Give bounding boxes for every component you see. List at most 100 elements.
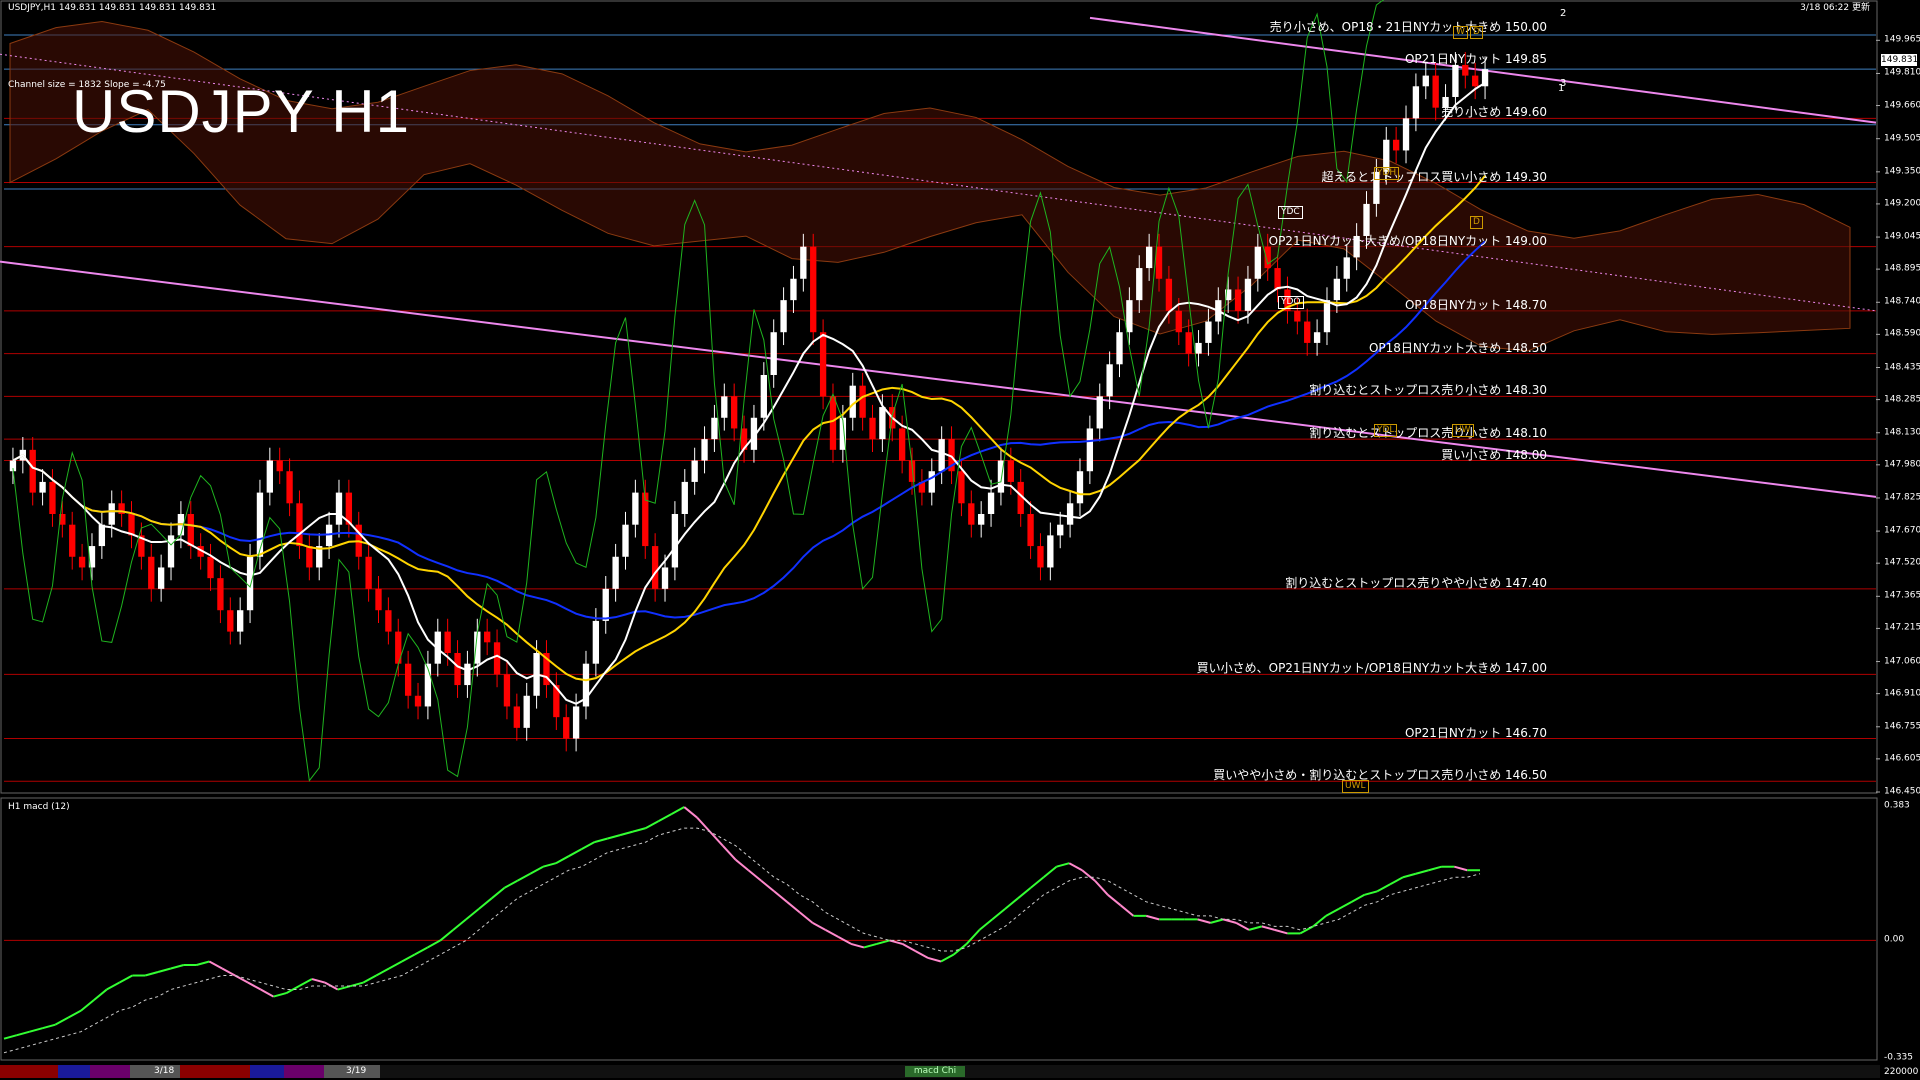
- macd-line-segment: [375, 967, 390, 977]
- macd-chart-button[interactable]: macd Chi: [905, 1066, 965, 1077]
- macd-line-segment: [93, 988, 108, 1001]
- macd-line-segment: [1146, 914, 1160, 921]
- macd-line-segment: [427, 939, 441, 949]
- macd-axis-tick: -0.335: [1884, 1052, 1914, 1063]
- macd-line-segment: [42, 1023, 56, 1030]
- candle-body: [869, 417, 876, 440]
- price-axis-tick: 147.670: [1884, 525, 1920, 536]
- candle-body: [1234, 289, 1242, 311]
- candle-body: [1047, 535, 1054, 568]
- candle-body: [335, 492, 343, 525]
- macd-line-segment: [3, 1034, 18, 1040]
- price-axis-tick: 146.910: [1884, 688, 1920, 699]
- candle-body: [928, 471, 935, 493]
- candle-body: [859, 385, 866, 418]
- price-axis-tick: 149.965: [1884, 34, 1920, 45]
- candle-body: [691, 460, 698, 482]
- macd-line-segment: [157, 967, 172, 973]
- candle-body: [1136, 268, 1143, 301]
- candle-body: [800, 246, 807, 279]
- macd-line-segment: [568, 848, 583, 858]
- price-axis-tick: 148.895: [1884, 263, 1920, 274]
- macd-line-segment: [594, 837, 608, 844]
- macd-line-segment: [80, 999, 95, 1012]
- candle-body: [286, 471, 293, 504]
- macd-line-segment: [760, 879, 775, 893]
- macd-line-segment: [234, 974, 249, 984]
- candle-body: [1057, 524, 1064, 536]
- candle-body: [1304, 321, 1311, 343]
- price-axis-tick: 148.285: [1884, 394, 1920, 405]
- macd-line-segment: [311, 978, 326, 984]
- date-label-1: 3/18: [154, 1066, 175, 1076]
- candle-body: [385, 610, 392, 632]
- price-level-label-2: OP21日NYカット 149.85: [1404, 51, 1547, 66]
- macd-line-segment: [773, 890, 788, 903]
- macd-line-segment: [1312, 915, 1327, 928]
- macd-line-segment: [1338, 900, 1353, 910]
- candle-body: [790, 278, 797, 301]
- macd-line-segment: [529, 865, 544, 875]
- candle-body: [1185, 332, 1192, 354]
- candle-body: [1274, 268, 1281, 290]
- price-axis-tick: 148.130: [1884, 427, 1920, 438]
- macd-line-segment: [1325, 907, 1340, 917]
- candle-body: [829, 396, 837, 450]
- candle-body: [1037, 546, 1044, 568]
- candle-body: [1076, 471, 1084, 504]
- macd-line-segment: [1119, 904, 1135, 917]
- candle-body: [1422, 75, 1429, 87]
- macd-line-segment: [491, 887, 506, 900]
- macd-line-segment: [298, 978, 313, 987]
- macd-line-segment: [709, 830, 724, 847]
- candle-body: [365, 556, 372, 589]
- price-axis-tick: 149.350: [1884, 166, 1920, 177]
- candle-body: [1313, 332, 1321, 343]
- macd-line-segment: [953, 943, 968, 956]
- macd-line-segment: [1454, 865, 1468, 872]
- macd-line-segment: [1056, 862, 1070, 868]
- candle-body: [237, 610, 244, 632]
- candle-body: [1007, 460, 1014, 482]
- candle-body: [1333, 278, 1341, 301]
- ydh-marker: YDH: [1374, 167, 1400, 180]
- candle-body: [938, 439, 945, 472]
- candle-body: [1195, 342, 1202, 354]
- candle-body: [484, 631, 491, 643]
- candle-body: [375, 588, 382, 611]
- candle-body: [1264, 246, 1271, 269]
- candle-body: [1294, 310, 1301, 322]
- candle-body: [711, 417, 718, 440]
- candle-body: [622, 524, 629, 557]
- candle-body: [1116, 332, 1123, 365]
- ydl-marker: YDL: [1374, 424, 1398, 437]
- chart-title: USDJPY H1: [72, 78, 411, 145]
- candle-body: [217, 578, 224, 611]
- macd-line-segment: [1081, 869, 1096, 882]
- macd-line-segment: [940, 953, 955, 963]
- price-level-label-6: OP18日NYカット 148.70: [1404, 297, 1547, 312]
- candle-body: [632, 492, 639, 525]
- candle-body: [69, 524, 76, 557]
- price-level-label-4: 超えるとストップロス買い小さめ 149.30: [1321, 169, 1547, 184]
- macd-line-segment: [465, 908, 480, 921]
- candle-body: [1392, 139, 1400, 151]
- candle-body: [256, 492, 264, 557]
- macd-line-segment: [606, 834, 621, 840]
- macd-line-segment: [1415, 869, 1429, 875]
- macd-line-segment: [106, 981, 120, 991]
- price-level-label-5: OP21日NYカット大きめ/OP18日NYカット 149.00: [1268, 233, 1547, 248]
- volume-label: 220000: [1884, 1067, 1919, 1077]
- candle-body: [978, 513, 985, 525]
- macd-line-segment: [799, 911, 814, 924]
- macd-line-segment: [786, 901, 801, 914]
- price-axis-tick: 149.660: [1884, 100, 1920, 111]
- candle-body: [701, 439, 708, 461]
- macd-line-segment: [1197, 918, 1211, 924]
- price-level-label-8: 割り込むとストップロス売り小さめ 148.30: [1309, 383, 1547, 398]
- ydc-marker: YDC: [1278, 206, 1303, 219]
- update-timestamp: 3/18 06:22 更新: [1800, 3, 1870, 13]
- macd-line-segment: [247, 981, 262, 991]
- candle-body: [563, 717, 570, 739]
- macd-line-segment: [67, 1009, 82, 1019]
